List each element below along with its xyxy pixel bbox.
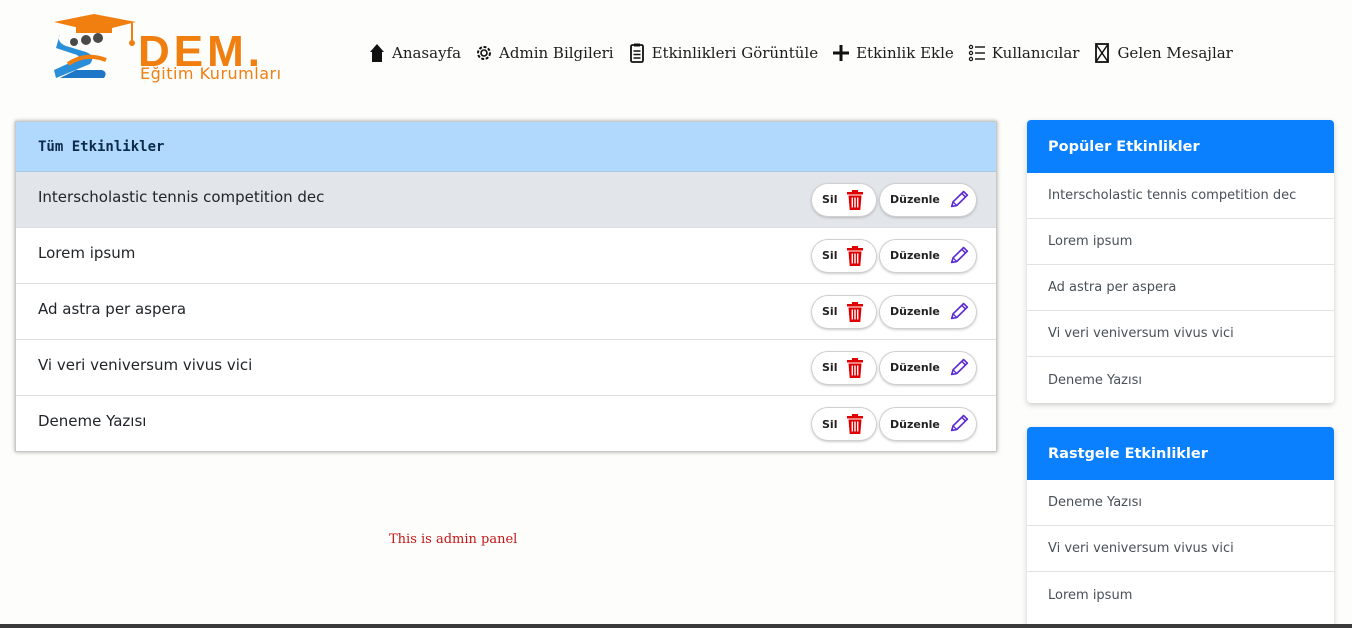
nav-item-anasayfa[interactable]: Anasayfa	[368, 42, 461, 64]
pencil-icon	[950, 358, 969, 375]
trash-icon	[847, 414, 864, 434]
trash-icon	[847, 301, 864, 322]
side-list-item[interactable]: Vi veri veniversum vivus vici	[1027, 311, 1334, 357]
side-list-item[interactable]: Lorem ipsum	[1027, 219, 1334, 265]
list-icon	[968, 44, 985, 62]
home-icon	[370, 44, 384, 62]
delete-label: Sil	[822, 193, 838, 206]
side-list-item[interactable]: Vi veri veniversum vivus vici	[1027, 526, 1334, 572]
event-row: Lorem ipsum Sil Düzenle	[16, 228, 996, 284]
delete-button[interactable]: Sil	[812, 239, 876, 272]
popular-events-title: Popüler Etkinlikler	[1048, 138, 1200, 155]
event-title: Ad astra per aspera	[38, 299, 187, 318]
delete-label: Sil	[822, 305, 838, 318]
event-actions: Sil Düzenle	[812, 183, 976, 216]
edit-label: Düzenle	[890, 417, 940, 431]
popular-events-header: Popüler Etkinlikler	[1027, 120, 1334, 173]
trash-icon	[847, 357, 864, 378]
event-title: Vi veri veniversum vivus vici	[38, 355, 253, 374]
nav-label: Etkinlikleri Görüntüle	[651, 44, 819, 62]
edit-label: Düzenle	[890, 193, 940, 206]
random-events-title: Rastgele Etkinlikler	[1048, 445, 1208, 462]
events-panel: Tüm Etkinlikler Interscholastic tennis c…	[15, 121, 997, 452]
event-actions: Sil Düzenle	[812, 239, 976, 272]
random-events-list: Deneme Yazısı Vi veri veniversum vivus vi…	[1027, 480, 1334, 618]
pencil-icon	[950, 190, 969, 207]
event-actions: Sil Düzenle	[812, 295, 976, 328]
edit-button[interactable]: Düzenle	[880, 183, 976, 216]
plus-icon	[833, 45, 850, 61]
delete-button[interactable]: Sil	[812, 351, 876, 384]
events-panel-header: Tüm Etkinlikler	[16, 122, 996, 172]
side-list-item[interactable]: Deneme Yazısı	[1027, 480, 1334, 526]
graduation-logo-icon	[54, 14, 136, 78]
delete-label: Sil	[822, 361, 838, 374]
event-actions: Sil Düzenle	[812, 408, 976, 440]
nav-item-etkinlikleri-goruntule[interactable]: Etkinlikleri Görüntüle	[628, 42, 819, 64]
event-title: Deneme Yazısı	[38, 412, 147, 430]
bottom-bar	[0, 624, 1352, 628]
side-list-item[interactable]: Interscholastic tennis competition dec	[1027, 173, 1334, 219]
edit-button[interactable]: Düzenle	[880, 239, 976, 272]
event-row: Deneme Yazısı Sil Düzenle	[16, 396, 996, 452]
trash-icon	[847, 189, 864, 210]
delete-button[interactable]: Sil	[812, 295, 876, 328]
nav-item-etkinlik-ekle[interactable]: Etkinlik Ekle	[832, 42, 954, 64]
side-list-item[interactable]: Lorem ipsum	[1027, 572, 1334, 618]
pencil-icon	[950, 246, 969, 263]
events-panel-title: Tüm Etkinlikler	[38, 138, 165, 155]
event-actions: Sil Düzenle	[812, 351, 976, 384]
edit-button[interactable]: Düzenle	[880, 351, 976, 384]
event-title: Interscholastic tennis competition dec	[38, 187, 325, 206]
event-row: Interscholastic tennis competition dec Si…	[16, 172, 996, 228]
random-events-header: Rastgele Etkinlikler	[1027, 427, 1334, 480]
pencil-icon	[950, 302, 969, 319]
nav-item-admin-bilgileri[interactable]: Admin Bilgileri	[475, 42, 614, 64]
hourglass-icon	[1095, 43, 1110, 63]
edit-button[interactable]: Düzenle	[880, 295, 976, 328]
event-row: Ad astra per aspera Sil Düzenle	[16, 284, 996, 340]
events-list: Interscholastic tennis competition dec Si…	[16, 172, 996, 452]
random-events-card: Rastgele Etkinlikler Deneme Yazısı Vi ver…	[1027, 427, 1334, 628]
clipboard-icon	[629, 43, 644, 63]
edit-label: Düzenle	[890, 305, 940, 318]
edit-button[interactable]: Düzenle	[880, 408, 976, 440]
admin-note: This is admin panel	[389, 532, 518, 547]
event-title: Lorem ipsum	[38, 243, 136, 262]
delete-label: Sil	[822, 417, 838, 431]
nav-label: Admin Bilgileri	[499, 44, 614, 62]
delete-label: Sil	[822, 249, 838, 262]
event-row: Vi veri veniversum vivus vici Sil Düzenle	[16, 340, 996, 396]
gear-icon	[477, 46, 492, 60]
side-list-item[interactable]: Deneme Yazısı	[1027, 357, 1334, 403]
delete-button[interactable]: Sil	[812, 183, 876, 216]
header: DEM. Eğitim Kurumları Anasayfa Admin Bil…	[0, 0, 1352, 100]
logo[interactable]: DEM. Eğitim Kurumları	[46, 12, 342, 86]
main-nav: Anasayfa Admin Bilgileri Etkinlikleri Gö…	[368, 42, 1247, 64]
popular-events-list: Interscholastic tennis competition dec Lo…	[1027, 173, 1334, 403]
nav-item-gelen-mesajlar[interactable]: Gelen Mesajlar	[1093, 42, 1233, 64]
nav-label: Gelen Mesajlar	[1117, 44, 1233, 62]
edit-label: Düzenle	[890, 361, 940, 374]
pencil-icon	[950, 414, 969, 432]
nav-label: Etkinlik Ekle	[856, 44, 954, 62]
edit-label: Düzenle	[890, 249, 940, 262]
nav-label: Anasayfa	[392, 44, 462, 62]
popular-events-card: Popüler Etkinlikler Interscholastic tenn…	[1027, 120, 1334, 403]
nav-label: Kullanıcılar	[991, 44, 1080, 62]
trash-icon	[847, 245, 864, 266]
brand-subtitle: Eğitim Kurumları	[140, 64, 282, 83]
nav-item-kullanicilar[interactable]: Kullanıcılar	[968, 42, 1080, 64]
delete-button[interactable]: Sil	[812, 408, 876, 440]
side-list-item[interactable]: Ad astra per aspera	[1027, 265, 1334, 311]
